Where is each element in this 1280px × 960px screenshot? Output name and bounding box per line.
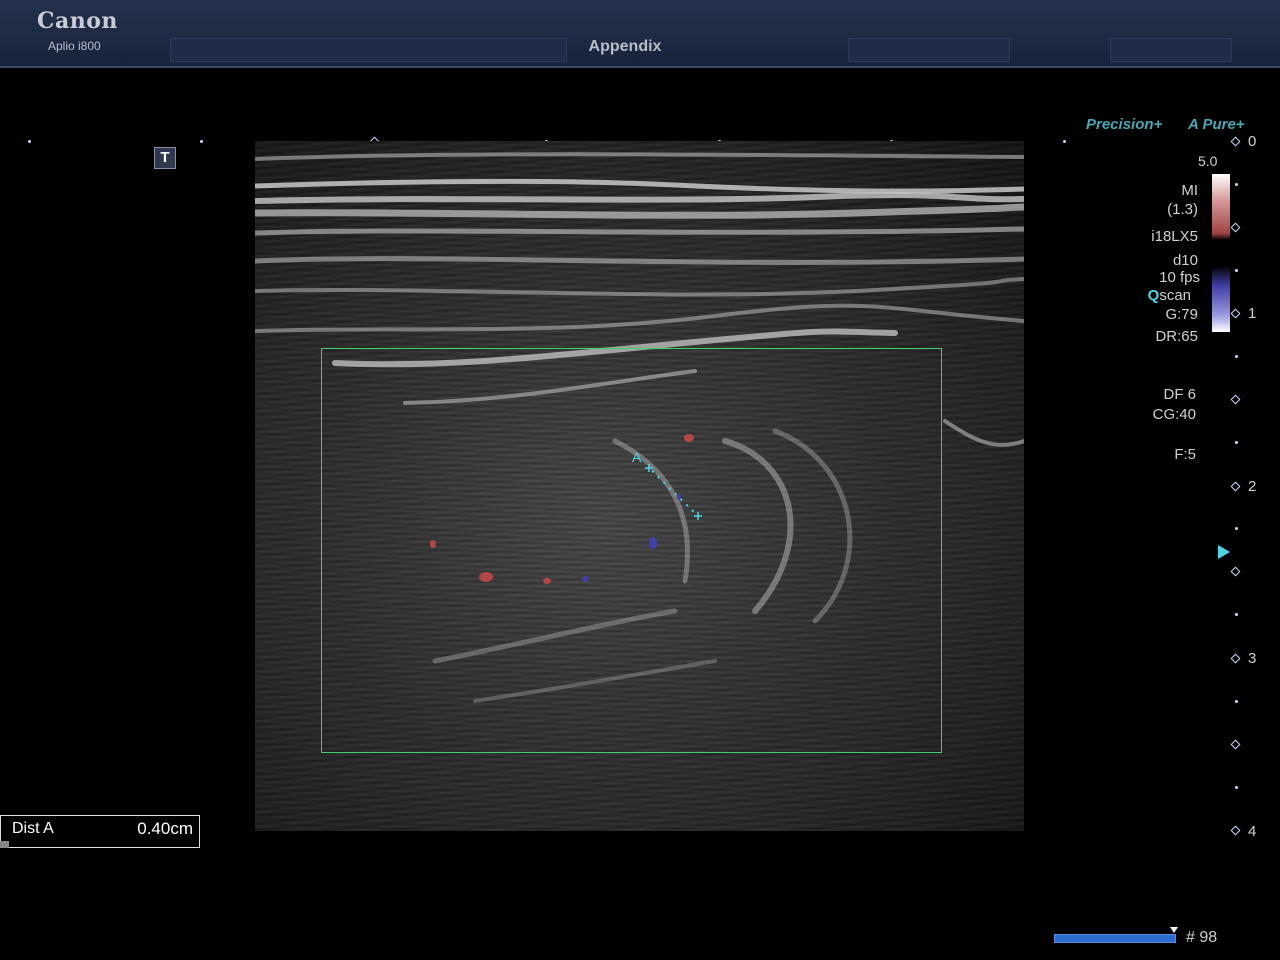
color-roi-box[interactable] <box>321 348 942 753</box>
depth-tick-half <box>1230 394 1241 405</box>
depth-label: 4 <box>1248 823 1257 840</box>
qscan-indicator: Qscan <box>1148 287 1191 304</box>
exam-title: Appendix <box>588 38 662 55</box>
caliper-line <box>651 470 696 514</box>
probe-name: i18LX5 <box>1151 228 1198 245</box>
distance-caliper[interactable]: A <box>620 440 720 530</box>
depth-setting: d10 <box>1172 252 1198 269</box>
depth-tick-half <box>1230 222 1241 233</box>
color-scale-max: 5.0 <box>1198 153 1218 169</box>
depth-tick <box>1235 613 1238 616</box>
qscan-prefix: Q <box>1147 287 1160 304</box>
depth-tick-major <box>1230 653 1241 664</box>
color-gain: CG:40 <box>1152 406 1196 423</box>
depth-tick-major <box>1230 136 1241 147</box>
measurement-label: Dist A <box>12 820 54 837</box>
depth-label: 2 <box>1248 478 1257 495</box>
gain-value: G:79 <box>1165 306 1198 323</box>
depth-label: 3 <box>1248 650 1257 667</box>
depth-tick <box>1235 441 1238 444</box>
color-bar-negative <box>1212 266 1230 332</box>
focus-value: F:5 <box>1174 446 1196 463</box>
depth-tick <box>1235 700 1238 703</box>
cine-progress-bar[interactable] <box>1054 934 1176 943</box>
depth-label: 1 <box>1248 305 1257 322</box>
depth-tick-half <box>1230 739 1241 750</box>
frame-rate: 10 fps <box>1159 269 1200 286</box>
caliper-start[interactable] <box>645 464 653 472</box>
cine-frame-number: # 98 <box>1186 929 1218 946</box>
depth-tick <box>1235 527 1238 530</box>
cine-position-marker[interactable] <box>1170 927 1178 933</box>
color-bar-positive <box>1212 174 1230 240</box>
apure-logo: A Pure+ <box>1188 116 1245 133</box>
caliper-end[interactable] <box>694 512 702 520</box>
depth-tick <box>1235 269 1238 272</box>
depth-tick <box>1235 786 1238 789</box>
mi-value: (1.3) <box>1167 201 1198 218</box>
depth-tick-half <box>1230 566 1241 577</box>
df-value: DF 6 <box>1163 386 1196 403</box>
measurement-value-group: 0.40cm <box>137 819 193 839</box>
focus-marker-icon[interactable] <box>1218 545 1230 559</box>
measurement-unit: cm <box>170 819 193 838</box>
depth-tick-major <box>1230 481 1241 492</box>
depth-tick-major <box>1230 825 1241 836</box>
mi-label: MI <box>1181 182 1198 199</box>
depth-tick <box>1235 355 1238 358</box>
caliper-label: A <box>632 449 642 465</box>
depth-label: 0 <box>1248 133 1257 150</box>
precision-logo: Precision+ <box>1086 116 1163 133</box>
measurement-corner-marker <box>0 841 9 848</box>
depth-tick <box>1235 183 1238 186</box>
lateral-tick <box>200 140 203 143</box>
lateral-tick <box>28 140 31 143</box>
lateral-tick <box>1063 140 1066 143</box>
measurement-result: Dist A 0.40cm <box>0 815 200 848</box>
header-bar: Canon Aplio i800 Appendix <box>0 0 1280 68</box>
dynamic-range: DR:65 <box>1155 328 1198 345</box>
measurement-value: 0.40 <box>137 819 171 838</box>
text-annotation-button[interactable]: T <box>154 147 176 169</box>
brand-logo: Canon <box>37 8 118 34</box>
depth-tick-major <box>1230 308 1241 319</box>
qscan-suffix: scan <box>1159 287 1191 304</box>
